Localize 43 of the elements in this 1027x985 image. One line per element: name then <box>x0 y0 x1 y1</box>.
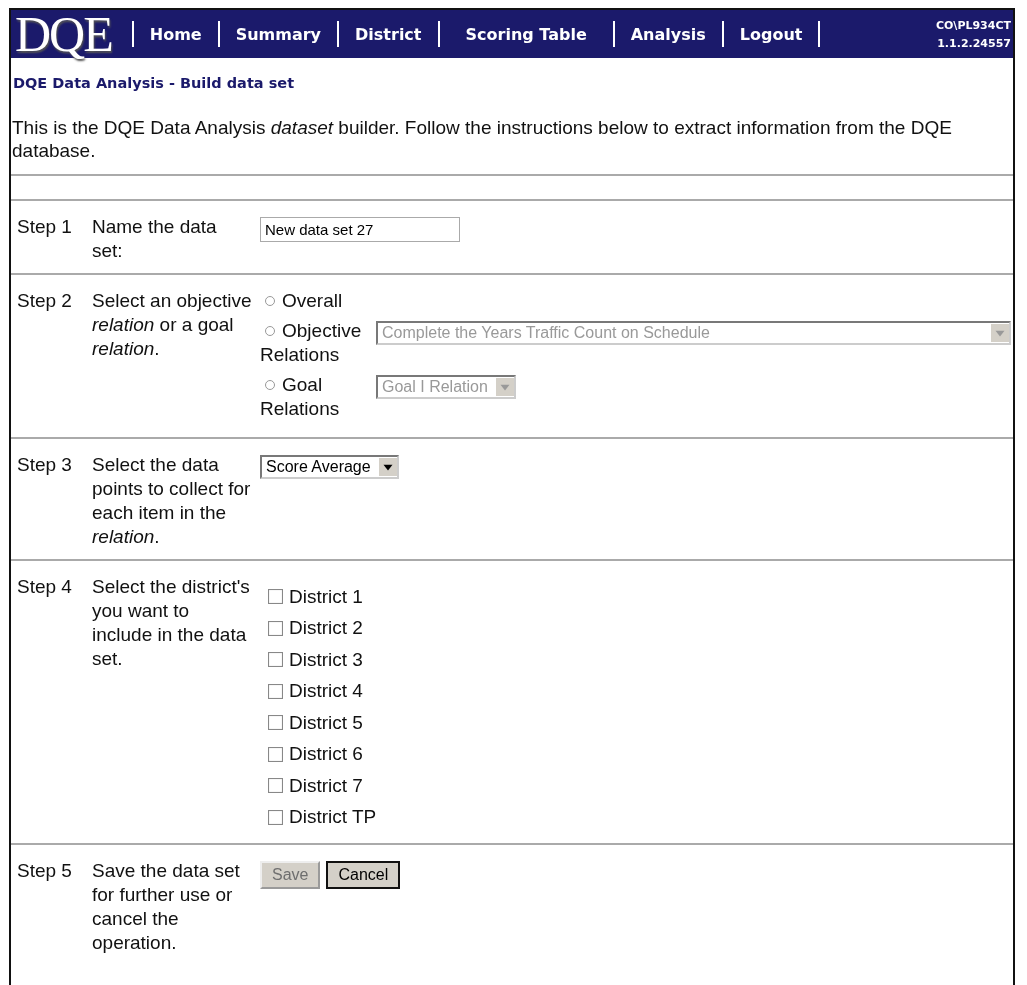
checkbox[interactable] <box>268 715 283 731</box>
checkbox[interactable] <box>268 778 283 794</box>
step-instruction: Save the data set for further use or cancel the operation. <box>92 859 241 955</box>
step-instruction: Name the data set: <box>92 215 218 263</box>
nav-link[interactable]: Summary <box>219 24 338 44</box>
step-label: Step 5 <box>16 859 73 883</box>
page-heading: DQE Data Analysis - Build data set <box>12 74 296 91</box>
district-label[interactable]: District 3 <box>289 647 363 672</box>
district-label[interactable]: District 6 <box>289 742 363 767</box>
nav-link[interactable]: Scoring Table <box>439 24 613 44</box>
district-label[interactable]: District TP <box>289 805 377 830</box>
version-number: 1.1.2.24557 <box>937 36 1011 50</box>
data-points-dropdown[interactable]: Score Average <box>260 455 399 479</box>
district-label[interactable]: District 5 <box>289 710 363 735</box>
option-label[interactable]: Objective Relations <box>260 319 376 367</box>
logo[interactable]: DQE <box>11 10 132 58</box>
checkbox[interactable] <box>268 620 283 636</box>
nav-link[interactable]: Logout <box>723 24 819 44</box>
checkbox[interactable] <box>268 683 283 699</box>
district-label[interactable]: District 4 <box>289 679 363 704</box>
district-label[interactable]: District 2 <box>289 616 363 641</box>
nav-link[interactable]: Analysis <box>614 24 722 44</box>
step-label: Step 1 <box>16 215 73 239</box>
district-label[interactable]: District 7 <box>289 773 363 798</box>
cancel-button[interactable]: Cancel <box>326 861 401 889</box>
nav-link[interactable]: Home <box>133 24 218 44</box>
step-label: Step 2 <box>16 289 73 313</box>
option-label[interactable]: Overall <box>260 289 376 313</box>
step-instruction: Select the district's you want to include in the data set. <box>92 575 251 671</box>
nav-link[interactable]: District <box>339 24 438 44</box>
step-instruction: Select an objective relation or a goal relation. <box>92 289 253 361</box>
checkbox[interactable] <box>268 589 283 605</box>
name-input-field[interactable]: New data set 27 <box>260 217 460 242</box>
checkbox[interactable] <box>268 809 283 825</box>
intro-text: This is the DQE Data Analysis dataset builder. Follow the instructions below to extract information from the DQE database. <box>11 116 953 162</box>
district-label[interactable]: District 1 <box>289 584 363 609</box>
user-name: CO\PL934CT <box>935 18 1011 32</box>
checkbox[interactable] <box>268 746 283 762</box>
step-instruction: Select the data points to collect for each item in the relation. <box>92 453 252 549</box>
option-label[interactable]: Goal Relations <box>260 373 376 421</box>
step-label: Step 4 <box>16 575 73 599</box>
step-label: Step 3 <box>16 453 73 477</box>
checkbox[interactable] <box>268 652 283 668</box>
